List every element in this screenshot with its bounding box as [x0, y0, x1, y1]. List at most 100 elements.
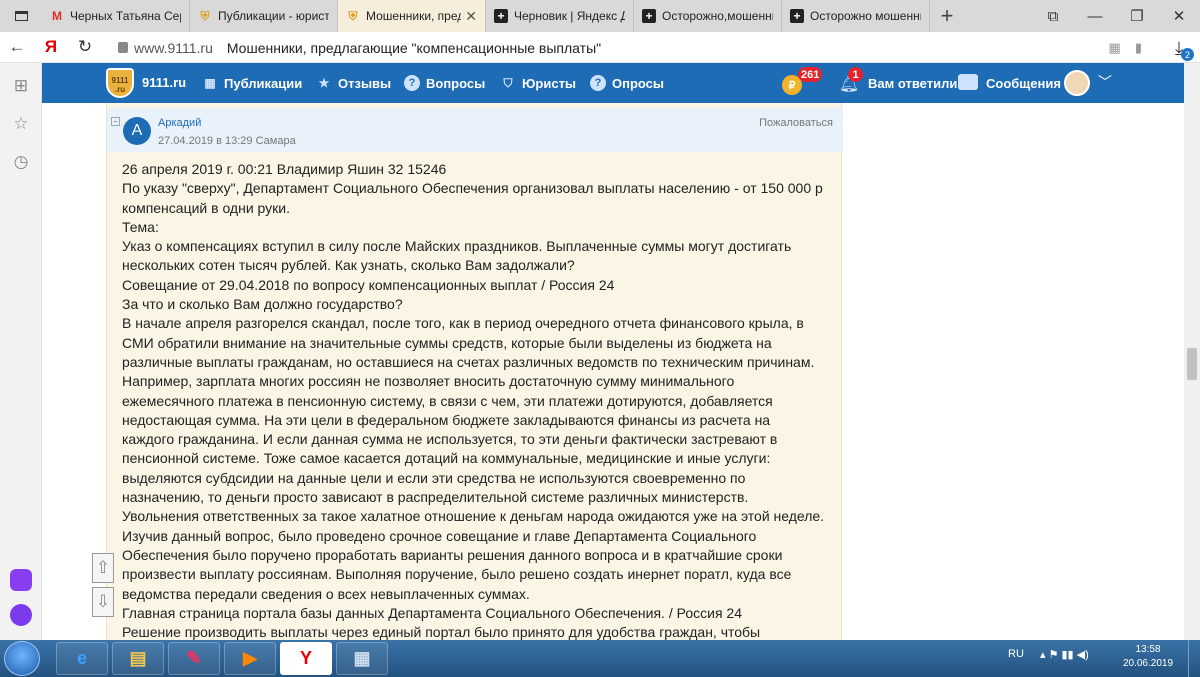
site-logo[interactable]: 9111 .ru	[106, 68, 134, 98]
star-icon[interactable]: ☆	[10, 113, 32, 135]
tab-careful-1[interactable]: + Осторожно,мошенни	[634, 0, 782, 32]
post-text-line: Обеспечения было поручено проработать ва…	[122, 546, 783, 563]
window-controls: ⧉ — ❐ ✕	[1032, 0, 1200, 32]
comment-meta: 27.04.2019 в 13:29 Самара	[158, 135, 296, 147]
language-indicator[interactable]: RU	[1008, 648, 1024, 660]
yandex-browser-icon[interactable]: Y	[280, 642, 332, 675]
nav-label: Юристы	[522, 75, 577, 91]
notification-badge: 1	[848, 67, 863, 82]
tab-scammers[interactable]: ⛨ Мошенники, пред ✕	[338, 0, 486, 32]
post-text-line: Увольнения ответственных за такое халатн…	[122, 508, 825, 525]
nav-questions[interactable]: ? Вопросы	[404, 75, 485, 91]
alice-assistant-icon[interactable]	[10, 604, 32, 626]
tab-title: Мошенники, пред	[366, 9, 462, 23]
question-icon: ?	[404, 75, 420, 91]
vertical-scrollbar[interactable]	[1184, 63, 1200, 640]
post-text-line: назначению, то деньги просто зависают в …	[122, 489, 749, 506]
collapse-icon[interactable]: −	[111, 117, 120, 126]
ie-icon[interactable]: e	[56, 642, 108, 675]
explorer-icon[interactable]: ▤	[112, 642, 164, 675]
system-clock[interactable]: 13:58 20.06.2019	[1122, 643, 1174, 671]
downloads-badge: 2	[1181, 48, 1194, 61]
gmail-icon: M	[52, 9, 62, 23]
scroll-down-button[interactable]: ⇩	[92, 587, 114, 617]
close-window-button[interactable]: ✕	[1158, 0, 1200, 32]
9111-shield-icon: ⛨	[348, 8, 358, 23]
show-desktop-button[interactable]	[1188, 640, 1200, 677]
pin-icon[interactable]: ⧉	[1032, 0, 1074, 32]
post-text-line: Решение производить выплаты через единый…	[122, 624, 761, 640]
post-text-line: произвести выплату россиянам. Выполняя п…	[122, 566, 792, 583]
tab-draft[interactable]: + Черновик | Яндекс Д	[486, 0, 634, 32]
url-host: www.9111.ru	[134, 39, 213, 56]
author-name[interactable]: Аркадий	[158, 117, 201, 129]
post-text-line: За что и сколько Вам должно государство?	[122, 296, 403, 313]
downloads-button[interactable]: ⤓ 2	[1162, 35, 1196, 61]
history-clock-icon[interactable]: ◷	[10, 151, 32, 173]
post-text-line: ведомства передали сведения о всех невып…	[122, 585, 530, 602]
post-text-line: По указу "сверху", Департамент Социально…	[122, 180, 823, 197]
post-text-line: СМИ обратили внимание на значительные су…	[122, 334, 772, 351]
nav-label: Публикации	[224, 75, 303, 91]
scrollbar-thumb[interactable]	[1187, 348, 1197, 380]
tab-title: Черновик | Яндекс Д	[514, 9, 625, 23]
clock-date: 20.06.2019	[1122, 658, 1174, 669]
plus-square-icon: +	[494, 9, 508, 23]
post-text-line: Указ о компенсациях вступил в силу после…	[122, 238, 792, 255]
media-player-icon[interactable]: ▶	[224, 642, 276, 675]
post-text-line: недостающая сумма. На эти цели в федерал…	[122, 411, 771, 428]
paint-icon[interactable]: ✎	[168, 642, 220, 675]
post-text-line: 26 апреля 2019 г. 00:21 Владимир Яшин 32…	[122, 161, 447, 177]
back-button[interactable]: ←	[0, 32, 34, 63]
comment-header: − А Аркадий 27.04.2019 в 13:29 Самара По…	[107, 108, 843, 152]
apps-grid-icon[interactable]: ⊞	[10, 75, 32, 97]
close-tab-icon[interactable]: ✕	[465, 8, 477, 25]
minimize-button[interactable]: —	[1074, 0, 1116, 32]
url-field[interactable]: www.9111.ru Мошенники, предлагающие "ком…	[118, 36, 1142, 59]
tray-icons[interactable]: ▴ ⚑ ▮▮ ◀)	[1040, 648, 1089, 661]
post-text-line: выделяются субдсидии на данные цели и ес…	[122, 469, 746, 486]
tab-careful-2[interactable]: + Осторожно мошенни	[782, 0, 930, 32]
reload-button[interactable]: ↻	[68, 32, 102, 63]
maximize-button[interactable]: ❐	[1116, 0, 1158, 32]
new-tab-button[interactable]: +	[930, 0, 964, 32]
post-text-line: нескольких сотен тысяч рублей. Как узнат…	[122, 257, 575, 274]
complain-link[interactable]: Пожаловаться	[759, 117, 833, 129]
author-avatar[interactable]: А	[123, 117, 151, 145]
nav-polls[interactable]: ? Опросы	[590, 75, 664, 91]
tab-title: Черных Татьяна Серг	[70, 9, 181, 23]
nav-label: Вопросы	[426, 75, 486, 91]
site-name[interactable]: 9111.ru	[142, 75, 186, 90]
plus-square-icon: +	[642, 9, 656, 23]
bookmark-icon[interactable]: ▮	[1135, 40, 1142, 56]
scroll-up-button[interactable]: ⇧	[92, 553, 114, 583]
user-avatar[interactable]	[1064, 70, 1090, 96]
nav-lawyers[interactable]: ⛉ Юристы	[500, 75, 576, 91]
tab-title: Осторожно мошенни	[810, 9, 921, 23]
nav-label: Отзывы	[338, 75, 392, 91]
page-content: − А Аркадий 27.04.2019 в 13:29 Самара По…	[42, 103, 1184, 640]
messages-icon[interactable]	[958, 74, 978, 90]
browser-sidebar: ⊞ ☆ ◷	[0, 63, 42, 640]
tab-title: Осторожно,мошенни	[662, 9, 773, 23]
reader-icon[interactable]: ▦	[1109, 40, 1121, 56]
notifications-link[interactable]: Вам ответили	[868, 76, 957, 91]
shield-icon: ⛉	[503, 75, 513, 90]
messages-link[interactable]: Сообщения	[986, 76, 1061, 91]
comment-date: 27.04.2019 в 13:29	[158, 135, 253, 147]
nav-reviews[interactable]: ★ Отзывы	[316, 75, 392, 91]
calculator-icon[interactable]: ▦	[336, 642, 388, 675]
alice-app-icon[interactable]	[10, 569, 32, 591]
post-text-line: каждого гражданина. И если данная сумма …	[122, 431, 778, 448]
star-icon: ★	[318, 76, 330, 90]
tab-publications[interactable]: ⛨ Публикации - юрист	[190, 0, 338, 32]
post-text-line: Например, зарплата многих россиян не поз…	[122, 373, 735, 390]
lock-icon	[118, 42, 128, 53]
chevron-down-icon[interactable]: ﹀	[1098, 72, 1112, 92]
tab-gmail[interactable]: M Черных Татьяна Серг	[42, 0, 190, 32]
tab-menu-button[interactable]	[0, 0, 42, 32]
start-button[interactable]	[4, 641, 40, 676]
yandex-logo-icon[interactable]: Я	[34, 32, 68, 63]
nav-label: Опросы	[612, 75, 665, 91]
nav-publications[interactable]: ▦ Публикации	[202, 75, 302, 91]
